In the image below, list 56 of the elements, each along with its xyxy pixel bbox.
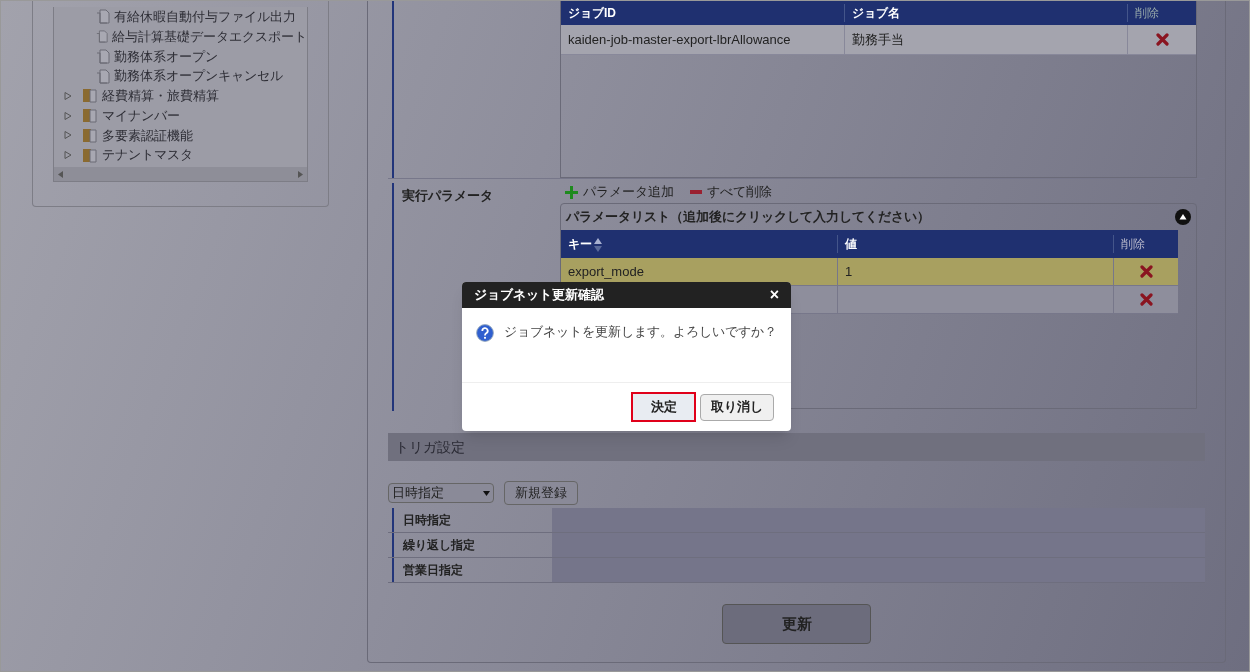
book-icon [82,147,98,163]
expand-icon[interactable] [64,151,72,160]
dialog-message: ジョブネットを更新します。よろしいですか？ [504,324,777,341]
table-cell-text: kaiden-job-master-export-lbrAllowance [567,30,792,49]
cancel-button[interactable]: 取り消し [700,393,774,421]
column-header[interactable]: キー [561,235,837,253]
trigger-type-select[interactable]: 日時指定 [388,483,494,503]
table-cell: 勤務手当 [844,25,1127,54]
close-button[interactable]: × [769,287,779,303]
table-cell-text: 1 [845,262,853,281]
scroll-right-icon[interactable] [298,170,303,178]
delete-icon[interactable] [1155,33,1169,46]
panel-title: パラメータリスト（追加後にクリックして入力してください） [566,208,930,227]
column-header: 削除 [1127,4,1196,22]
expand-icon[interactable] [64,131,72,140]
expand-icon[interactable] [64,91,72,100]
tree-item[interactable]: 給与計算基礎データエクスポート [54,26,307,47]
column-header: 削除 [1113,235,1178,253]
tree-item[interactable]: 勤務体系オープンキャンセル [54,66,307,86]
ok-button[interactable]: 決定 [631,392,696,422]
delete-icon[interactable] [1139,265,1153,278]
tree-item[interactable]: 勤務体系オープン [54,46,307,67]
column-header: ジョブ名 [844,4,1127,22]
column-header: ジョブID [567,5,617,22]
file-icon [96,68,110,84]
tree-item[interactable]: マイナンバー [54,105,307,126]
book-icon [82,88,98,104]
field-label: 実行パラメータ [402,188,493,203]
file-icon [96,29,108,45]
horizontal-scrollbar[interactable] [54,167,307,181]
sort-icon[interactable] [594,237,602,252]
expand-icon[interactable] [64,111,72,120]
plus-icon [565,185,578,199]
scroll-left-icon[interactable] [58,170,63,178]
add-parameter-button[interactable]: パラメータ追加 [565,182,674,202]
tree-item[interactable]: 有給休暇自動付与ファイル出力 [54,7,307,27]
new-register-button[interactable]: 新規登録 [504,481,578,505]
tree-item[interactable]: 経費精算・旅費精算 [54,86,307,106]
update-button[interactable]: 更新 [722,604,871,644]
tree-item[interactable]: 多要素認証機能 [54,125,307,146]
book-icon [82,127,98,143]
parameter-row[interactable]: export_mode 1 [561,258,1178,286]
column-header: 値 [837,235,1113,253]
file-icon [96,48,110,64]
book-icon [82,108,98,124]
tree-item[interactable]: テナントマスタ [54,145,307,165]
field-label: 繰り返し指定 [403,537,475,554]
table-cell: export_mode [568,263,644,279]
delete-icon[interactable] [1139,293,1153,306]
field-label: 営業日指定 [403,562,463,579]
collapse-icon[interactable] [1175,209,1191,225]
delete-all-button[interactable]: すべて削除 [690,182,772,202]
dialog-title: ジョブネット更新確認 [474,286,604,305]
dropdown-icon[interactable] [483,490,490,496]
field-label: 日時指定 [403,512,451,529]
section-header: トリガ設定 [388,433,1205,461]
